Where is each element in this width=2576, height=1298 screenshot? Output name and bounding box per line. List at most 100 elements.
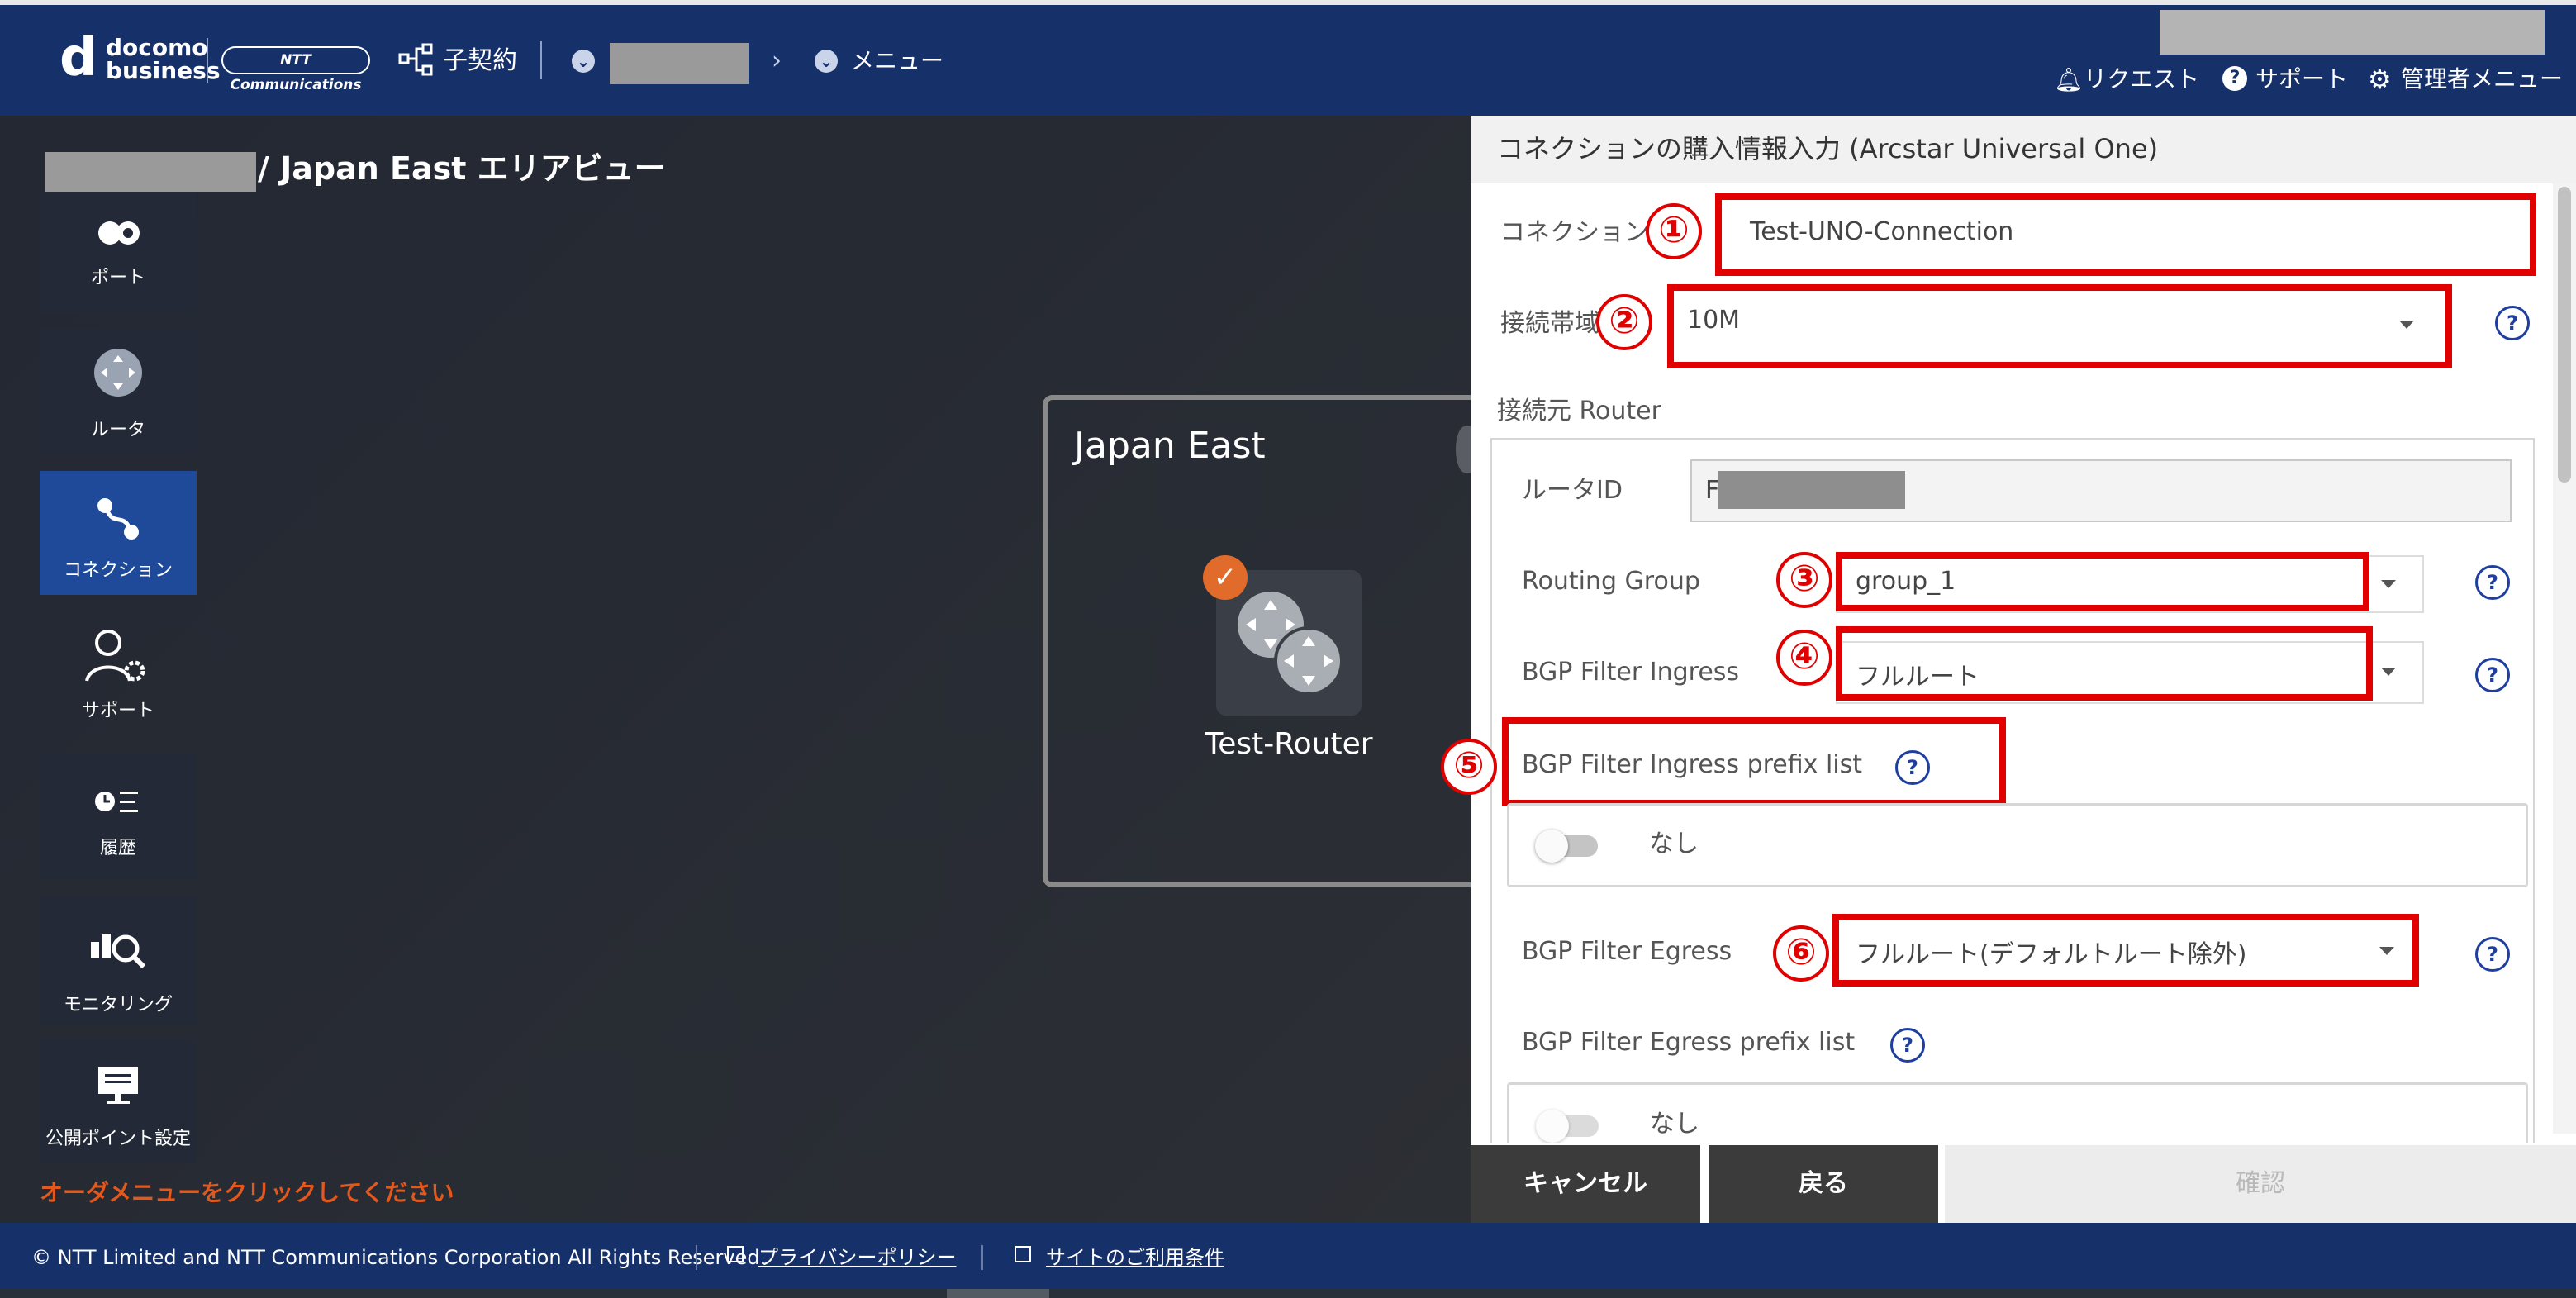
- docomo-business-logo[interactable]: docomo business: [106, 36, 221, 83]
- sidebar-item-label: 公開ポイント設定: [45, 1129, 191, 1149]
- sidebar-item-label: コネクション: [63, 560, 173, 581]
- region-title: Japan East: [1074, 425, 1266, 467]
- marker-6: ⑥: [1773, 925, 1829, 982]
- menu-link[interactable]: メニュー: [851, 45, 943, 78]
- bgp-ingress-value: フルルート: [1856, 663, 1980, 692]
- confirm-button[interactable]: 確認: [1945, 1145, 2576, 1223]
- routing-group-value: group_1: [1856, 567, 1956, 596]
- cancel-button[interactable]: キャンセル: [1471, 1145, 1700, 1223]
- bgp-egress-value: フルルート(デフォルトルート除外): [1856, 940, 2247, 969]
- footer-divider: [696, 1245, 697, 1270]
- admin-menu-link[interactable]: 管理者メニュー: [2401, 63, 2563, 96]
- redacted-user-info: [2160, 10, 2545, 55]
- router-id-label: ルータID: [1522, 476, 1623, 505]
- marker-3: ③: [1776, 552, 1832, 608]
- chevron-down-circle-icon[interactable]: ⌄: [572, 50, 595, 73]
- sidebar-item-public-point[interactable]: 公開ポイント設定: [40, 1039, 197, 1163]
- sidebar-item-port[interactable]: ポート: [40, 192, 197, 312]
- router-selected-check-icon: ✓: [1203, 555, 1248, 600]
- gear-icon: ⚙: [2368, 64, 2392, 95]
- sidebar-item-label: サポート: [81, 701, 154, 721]
- bgp-egress-prefix-toggle-text: なし: [1650, 1110, 1699, 1139]
- source-router-section-label: 接続元 Router: [1497, 397, 1661, 426]
- sidebar-item-label: 履歴: [99, 838, 136, 858]
- port-icon: [40, 218, 197, 253]
- bgp-egress-prefix-label: BGP Filter Egress prefix list: [1522, 1028, 1856, 1057]
- monitoring-icon: [40, 922, 197, 975]
- logo-text: docomo business: [106, 34, 221, 84]
- ntt-communications-logo: NTT Communications: [221, 46, 370, 93]
- sidebar-item-router[interactable]: ルータ: [40, 329, 197, 454]
- bandwidth-value: 10M: [1687, 306, 1741, 335]
- toggle-knob: [1535, 830, 1568, 863]
- sub-contract-link[interactable]: 子契約: [443, 45, 517, 78]
- chevron-down-icon: [2379, 947, 2394, 955]
- bgp-ingress-label: BGP Filter Ingress: [1522, 658, 1740, 687]
- window-bottom-strip: [0, 1289, 2576, 1298]
- footer-divider: [981, 1245, 983, 1270]
- chevron-down-icon: [2399, 321, 2414, 329]
- redacted-area-prefix: [45, 152, 256, 192]
- panel-title: コネクションの購入情報入力 (Arcstar Universal One): [1497, 133, 2159, 164]
- chevron-down-icon: [2381, 668, 2396, 676]
- breadcrumb-chevron-icon: ›: [772, 46, 782, 75]
- sidebar-item-connection[interactable]: コネクション: [40, 471, 197, 595]
- help-circle-icon: ?: [2222, 66, 2247, 91]
- terms-of-use-link[interactable]: サイトのご利用条件: [1046, 1241, 1224, 1274]
- marker-1: ①: [1646, 203, 1702, 259]
- router-id-value: F: [1705, 476, 1720, 505]
- external-link-icon: [727, 1246, 744, 1262]
- sidebar-item-support[interactable]: サポート: [40, 611, 197, 737]
- bandwidth-select[interactable]: 10M: [1680, 297, 2437, 350]
- area-view-title: / Japan East エリアビュー: [258, 150, 666, 187]
- connection-name-input[interactable]: Test-UNO-Connection: [1727, 210, 2525, 254]
- router-label: Test-Router: [1205, 727, 1373, 761]
- connection-name-value: Test-UNO-Connection: [1750, 217, 2014, 246]
- routing-group-label: Routing Group: [1522, 567, 1700, 596]
- bgp-egress-label: BGP Filter Egress: [1522, 937, 1732, 966]
- help-icon[interactable]: ?: [2475, 565, 2510, 600]
- support-user-icon: [40, 626, 197, 692]
- copyright-text: © NTT Limited and NTT Communications Cor…: [31, 1246, 767, 1269]
- help-icon[interactable]: ?: [1895, 750, 1930, 785]
- help-icon[interactable]: ?: [2495, 306, 2530, 340]
- logo-divider: [207, 38, 208, 83]
- chevron-down-icon: [2381, 580, 2396, 588]
- order-menu-hint: オーダメニューをクリックしてください: [40, 1179, 454, 1206]
- contract-tree-icon: [398, 43, 438, 76]
- public-point-icon: [40, 1064, 197, 1112]
- bgp-ingress-prefix-toggle-text: なし: [1649, 830, 1699, 858]
- bandwidth-label: 接続帯域: [1500, 309, 1599, 338]
- bgp-ingress-prefix-label: BGP Filter Ingress prefix list: [1522, 750, 1863, 779]
- back-button[interactable]: 戻る: [1709, 1145, 1938, 1223]
- toggle-knob: [1536, 1110, 1569, 1143]
- help-icon[interactable]: ?: [2475, 658, 2510, 692]
- chevron-down-circle-icon[interactable]: ⌄: [815, 50, 838, 73]
- request-link[interactable]: リクエスト: [2084, 63, 2199, 96]
- redacted-router-id: [1718, 471, 1905, 509]
- history-icon: [40, 787, 197, 825]
- sidebar-item-label: ルータ: [90, 420, 145, 440]
- bell-icon: 🔔︎: [2054, 66, 2084, 93]
- sidebar-item-label: モニタリング: [63, 995, 173, 1015]
- bgp-egress-prefix-box: なし: [1507, 1082, 2528, 1148]
- docomo-logo-mark: d: [59, 27, 97, 88]
- bgp-egress-prefix-toggle[interactable]: [1536, 1108, 1618, 1144]
- bgp-ingress-prefix-toggle[interactable]: [1535, 828, 1618, 864]
- sidebar-item-label: ポート: [90, 268, 145, 288]
- sidebar-item-history[interactable]: 履歴: [40, 754, 197, 879]
- marker-4: ④: [1776, 630, 1832, 686]
- header-divider: [540, 41, 542, 79]
- support-link[interactable]: サポート: [2255, 63, 2348, 96]
- redacted-contract-name: [610, 43, 749, 84]
- external-link-icon: [1015, 1246, 1031, 1262]
- bgp-egress-select[interactable]: フルルート(デフォルトルート除外): [1844, 925, 2409, 975]
- panel-scrollbar-thumb[interactable]: [2558, 187, 2571, 483]
- help-icon[interactable]: ?: [1890, 1028, 1925, 1063]
- connection-icon: [40, 494, 197, 549]
- sidebar-item-monitoring[interactable]: モニタリング: [40, 896, 197, 1025]
- marker-5: ⑤: [1441, 739, 1497, 795]
- help-icon[interactable]: ?: [2475, 937, 2510, 972]
- marker-2: ②: [1596, 294, 1652, 350]
- privacy-policy-link[interactable]: プライバシーポリシー: [758, 1241, 957, 1274]
